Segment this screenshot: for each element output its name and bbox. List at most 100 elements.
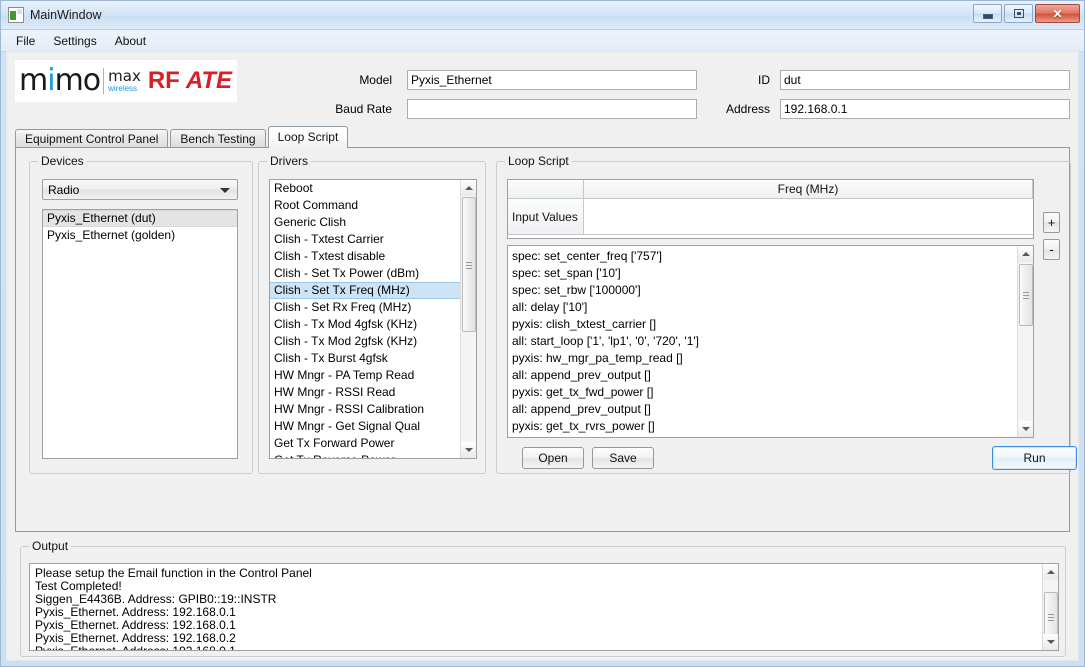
output-group-title: Output <box>29 539 72 553</box>
script-line: spec: set_center_freq ['757'] <box>512 249 663 263</box>
chevron-down-icon <box>220 188 230 193</box>
list-item[interactable]: Clish - Tx Mod 4gfsk (KHz) <box>270 316 476 333</box>
loop-script-group-title: Loop Script <box>505 154 572 168</box>
add-row-button[interactable]: + <box>1043 212 1060 233</box>
logo-i-letter: i <box>47 63 55 98</box>
menu-item-file[interactable]: File <box>7 32 44 50</box>
app-icon <box>8 7 24 23</box>
tab-bench-testing[interactable]: Bench Testing <box>170 129 266 148</box>
minimize-icon <box>982 14 993 19</box>
list-item[interactable]: Clish - Txtest disable <box>270 248 476 265</box>
list-item[interactable]: Clish - Set Rx Freq (MHz) <box>270 299 476 316</box>
close-button[interactable]: ✕ <box>1035 4 1080 23</box>
close-icon: ✕ <box>1052 6 1063 21</box>
window-controls: ✕ <box>973 4 1080 23</box>
table-row[interactable]: Input Values <box>508 199 1033 235</box>
id-input[interactable] <box>780 70 1070 90</box>
devices-listbox[interactable]: Pyxis_Ethernet (dut) Pyxis_Ethernet (gol… <box>42 209 238 459</box>
grid-column-header-freq[interactable]: Freq (MHz) <box>584 180 1033 199</box>
list-item[interactable]: Reboot <box>270 180 476 197</box>
script-textarea[interactable]: spec: set_center_freq ['757'] spec: set_… <box>507 245 1034 438</box>
baud-rate-label: Baud Rate <box>335 102 392 116</box>
logo-divider <box>103 68 105 94</box>
tab-equipment-control-panel[interactable]: Equipment Control Panel <box>15 129 169 148</box>
menu-bar: File Settings About <box>1 30 1084 52</box>
script-line: spec: set_span ['10'] <box>512 266 621 280</box>
baud-rate-input[interactable] <box>407 99 697 119</box>
main-window: MainWindow ✕ File Settings About mimo ma… <box>0 0 1085 667</box>
scroll-down-icon[interactable] <box>1018 421 1033 437</box>
maximize-button[interactable] <box>1004 4 1033 23</box>
scroll-up-icon[interactable] <box>461 180 476 196</box>
output-scrollbar[interactable] <box>1042 564 1058 650</box>
list-item[interactable]: Pyxis_Ethernet (golden) <box>43 227 237 244</box>
script-line: all: start_loop ['1', 'lp1', '0', '720',… <box>512 334 700 348</box>
list-item[interactable]: Root Command <box>270 197 476 214</box>
list-item[interactable]: Get Tx Forward Power <box>270 435 476 452</box>
list-item[interactable]: Clish - Set Tx Power (dBm) <box>270 265 476 282</box>
output-textarea[interactable]: Please setup the Email function in the C… <box>29 563 1059 651</box>
minimize-button[interactable] <box>973 4 1002 23</box>
scrollbar-grip <box>1048 614 1054 621</box>
tab-loop-script[interactable]: Loop Script <box>267 126 349 148</box>
list-item[interactable]: Get Tx Reverse Power <box>270 452 476 458</box>
list-item[interactable]: Generic Clish <box>270 214 476 231</box>
drivers-scrollbar[interactable] <box>460 180 476 458</box>
drivers-listbox[interactable]: Reboot Root Command Generic Clish Clish … <box>269 179 477 459</box>
script-line: spec: set_rbw ['100000'] <box>512 283 641 297</box>
grid-corner-cell <box>508 180 584 199</box>
scroll-down-icon[interactable] <box>461 442 476 458</box>
scroll-down-icon[interactable] <box>1043 634 1058 650</box>
list-item[interactable]: HW Mngr - RSSI Read <box>270 384 476 401</box>
client-area: mimo max wireless RF ATE Model Baud Rate <box>6 51 1079 661</box>
menu-item-about[interactable]: About <box>106 32 155 50</box>
logo-maxwireless: max wireless <box>108 69 141 93</box>
input-values-grid[interactable]: Freq (MHz) Input Values <box>507 179 1034 239</box>
script-scrollbar[interactable] <box>1017 246 1033 437</box>
drivers-group-title: Drivers <box>267 154 311 168</box>
brand-logo: mimo max wireless RF ATE <box>15 60 237 102</box>
output-line: Please setup the Email function in the C… <box>35 566 312 580</box>
list-item[interactable]: HW Mngr - Get Signal Qual <box>270 418 476 435</box>
model-label: Model <box>359 73 392 87</box>
grid-row-header-input-values: Input Values <box>508 199 584 235</box>
address-label: Address <box>725 102 770 116</box>
script-line: pyxis: get_tx_rvrs_power [] <box>512 419 655 433</box>
title-bar: MainWindow ✕ <box>1 1 1084 30</box>
grid-cell-freq-value[interactable] <box>584 199 1033 235</box>
id-label: ID <box>758 73 770 87</box>
open-button[interactable]: Open <box>522 447 584 469</box>
logo-mimo-text: mimo <box>19 63 101 98</box>
model-field-row: Model <box>332 70 697 90</box>
logo-rf-text: RF <box>147 67 180 94</box>
logo-ate-text: ATE <box>185 67 233 94</box>
remove-row-button[interactable]: - <box>1043 239 1060 260</box>
script-line: all: append_prev_output [] <box>512 402 651 416</box>
drivers-groupbox: Drivers Reboot Root Command Generic Clis… <box>258 154 486 474</box>
grid-header-row: Freq (MHz) <box>508 180 1033 199</box>
scroll-up-icon[interactable] <box>1018 246 1033 262</box>
list-item[interactable]: Pyxis_Ethernet (dut) <box>43 210 237 227</box>
device-type-combo-value: Radio <box>48 182 80 197</box>
list-item[interactable]: Clish - Txtest Carrier <box>270 231 476 248</box>
save-button[interactable]: Save <box>592 447 654 469</box>
scrollbar-thumb[interactable] <box>1019 264 1033 326</box>
list-item[interactable]: Clish - Tx Mod 2gfsk (KHz) <box>270 333 476 350</box>
device-type-combo[interactable]: Radio <box>42 179 238 200</box>
list-item[interactable]: Clish - Set Tx Freq (MHz) <box>270 282 476 299</box>
model-input[interactable] <box>407 70 697 90</box>
list-item[interactable]: HW Mngr - PA Temp Read <box>270 367 476 384</box>
script-line: pyxis: hw_mgr_pa_temp_read [] <box>512 351 683 365</box>
window-title: MainWindow <box>30 8 102 22</box>
loop-script-groupbox: Loop Script Freq (MHz) Input Values + - <box>496 154 1077 474</box>
scroll-up-icon[interactable] <box>1043 564 1058 580</box>
baud-rate-field-row: Baud Rate <box>332 99 697 119</box>
scrollbar-thumb[interactable] <box>462 197 476 332</box>
run-button[interactable]: Run <box>992 446 1077 470</box>
address-input[interactable] <box>780 99 1070 119</box>
list-item[interactable]: HW Mngr - RSSI Calibration <box>270 401 476 418</box>
tab-strip: Equipment Control Panel Bench Testing Lo… <box>15 126 1070 148</box>
menu-item-settings[interactable]: Settings <box>44 32 105 50</box>
header-section: mimo max wireless RF ATE Model Baud Rate <box>7 52 1078 124</box>
list-item[interactable]: Clish - Tx Burst 4gfsk <box>270 350 476 367</box>
